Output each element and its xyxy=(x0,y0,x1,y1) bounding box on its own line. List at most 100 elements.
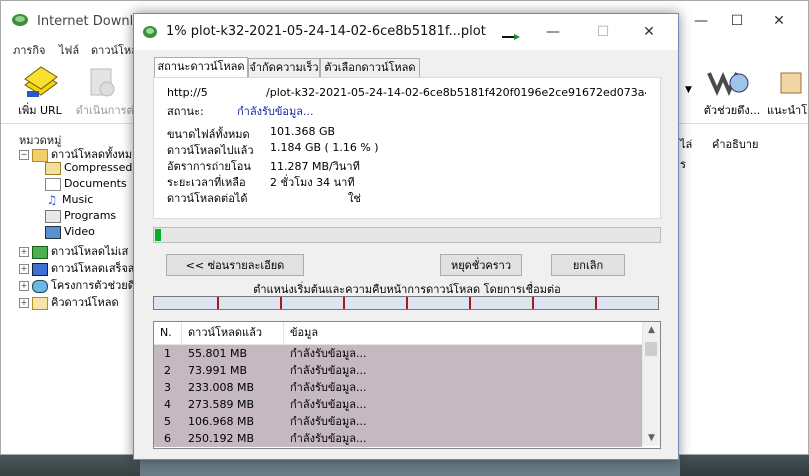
dialog-maximize-button[interactable]: ☐ xyxy=(580,20,626,44)
status-label: สถานะ: xyxy=(167,105,204,118)
vertical-scrollbar[interactable]: ▲ ▼ xyxy=(642,322,660,446)
connection-segment-marker xyxy=(595,297,597,309)
cell-info: กำลังรับข้อมูล... xyxy=(290,398,367,411)
maximize-button[interactable]: ☐ xyxy=(717,11,757,31)
resume-capability-label: ดาวน์โหลดต่อได้ xyxy=(167,192,248,205)
progress-fill xyxy=(155,229,161,241)
cell-number: 5 xyxy=(164,415,171,428)
grabber-icon xyxy=(707,71,749,96)
archive-icon xyxy=(45,161,61,175)
dialog-close-button[interactable]: ✕ xyxy=(626,20,672,44)
dialog-minimize-button[interactable]: — xyxy=(530,20,576,44)
connections-progress-bar xyxy=(153,296,659,310)
connection-segment-marker xyxy=(532,297,534,309)
table-row[interactable]: 1 55.801 MB กำลังรับข้อมูล... xyxy=(154,345,642,362)
connection-segment-marker xyxy=(469,297,471,309)
add-url-icon xyxy=(24,66,58,97)
grid-header-downloaded[interactable]: ดาวน์โหลดแล้ว xyxy=(182,322,284,344)
connection-segment-marker xyxy=(343,297,345,309)
resume-icon xyxy=(90,68,115,97)
menu-item-downloads[interactable]: ดาวน์โหล xyxy=(91,41,138,59)
cell-downloaded: 55.801 MB xyxy=(188,347,248,360)
film-icon xyxy=(45,225,61,239)
cell-info: กำลังรับข้อมูล... xyxy=(290,432,367,445)
connection-segment-marker xyxy=(280,297,282,309)
status-panel: http://5 /plot-k32-2021-05-24-14-02-6ce8… xyxy=(153,77,661,219)
cancel-button[interactable]: ยกเลิก xyxy=(551,254,625,276)
tell-friend-button[interactable]: แนะนำโ xyxy=(763,61,809,121)
url-text: /plot-k32-2021-05-24-14-02-6ce8b5181f420… xyxy=(266,86,646,99)
tree-item-finished[interactable]: + ดาวน์โหลดเสร็จส xyxy=(19,259,135,276)
menu-item-file[interactable]: ไฟล์ xyxy=(59,41,79,59)
grid-header-number[interactable]: N. xyxy=(154,322,182,344)
table-row[interactable]: 5 106.968 MB กำลังรับข้อมูล... xyxy=(154,413,642,430)
tree-item-video[interactable]: Video xyxy=(45,225,95,241)
cell-downloaded: 106.968 MB xyxy=(188,415,255,428)
downloaded-value: 1.184 GB ( 1.16 % ) xyxy=(270,141,379,154)
download-arrow-icon xyxy=(32,245,48,259)
cell-downloaded: 250.192 MB xyxy=(188,432,255,445)
tree-item-grabber-projects[interactable]: + โครงการตัวช่วยดึ xyxy=(19,276,135,293)
document-icon xyxy=(45,177,61,191)
download-list: ไล่ คำอธิบาย ร xyxy=(673,125,809,445)
status-value: กำลังรับข้อมูล... xyxy=(237,105,314,118)
time-left-value: 2 ชั่วโมง 34 นาที xyxy=(270,176,355,189)
hide-details-button[interactable]: << ซ่อนรายละเอียด xyxy=(166,254,304,276)
cell-downloaded: 73.991 MB xyxy=(188,364,248,377)
list-column-description[interactable]: คำอธิบาย xyxy=(712,135,758,153)
cell-number: 1 xyxy=(164,347,171,360)
table-row[interactable]: 2 73.991 MB กำลังรับข้อมูล... xyxy=(154,362,642,379)
tree-item-programs[interactable]: Programs xyxy=(45,209,116,225)
tab-speed-limiter[interactable]: จำกัดความเร็ว xyxy=(248,58,320,77)
scroll-down-icon[interactable]: ▼ xyxy=(643,430,660,446)
dialog-titlebar: 1% plot-k32-2021-05-24-14-02-6ce8b5181f.… xyxy=(134,14,678,50)
table-row[interactable]: 6 250.192 MB กำลังรับข้อมูล... xyxy=(154,430,642,447)
grid-header-info[interactable]: ข้อมูล xyxy=(284,322,642,344)
download-progress-bar xyxy=(153,227,661,243)
grabber-button[interactable]: ตัวช่วยดึง... xyxy=(697,61,767,121)
tree-item-documents[interactable]: Documents xyxy=(45,177,127,193)
globe-icon xyxy=(32,279,48,293)
cell-number: 2 xyxy=(164,364,171,377)
tab-download-status[interactable]: สถานะดาวน์โหลด xyxy=(154,57,248,78)
tree-item-queues[interactable]: + คิวดาวน์โหลด xyxy=(19,293,119,310)
program-icon xyxy=(45,209,61,223)
scroll-thumb[interactable] xyxy=(645,342,657,356)
tree-item-music[interactable]: ♫ Music xyxy=(45,192,94,209)
tree-item-unfinished[interactable]: + ดาวน์โหลดไม่เส xyxy=(19,242,128,259)
close-button[interactable]: ✕ xyxy=(759,11,799,31)
cell-info: กำลังรับข้อมูล... xyxy=(290,415,367,428)
grid-header: N. ดาวน์โหลดแล้ว ข้อมูล xyxy=(154,322,642,345)
list-column-header[interactable]: ไล่ xyxy=(680,135,692,153)
folder-open-icon xyxy=(32,148,48,162)
connections-grid: N. ดาวน์โหลดแล้ว ข้อมูล 1 55.801 MB กำลังร… xyxy=(153,321,661,449)
tell-friend-icon xyxy=(780,72,802,94)
table-row[interactable]: 4 273.589 MB กำลังรับข้อมูล... xyxy=(154,396,642,413)
tab-download-options[interactable]: ตัวเลือกดาวน์โหลด xyxy=(320,58,420,77)
cell-downloaded: 273.589 MB xyxy=(188,398,255,411)
menu-item-tasks[interactable]: ภารกิจ xyxy=(13,41,45,59)
idm-app-icon xyxy=(143,26,157,38)
checkmark-icon xyxy=(32,262,48,276)
folder-icon xyxy=(32,296,48,310)
cell-info: กำลังรับข้อมูล... xyxy=(290,364,367,377)
tree-item-all-downloads[interactable]: − ดาวน์โหลดทั้งหม xyxy=(19,145,132,162)
table-row[interactable]: 3 233.008 MB กำลังรับข้อมูล... xyxy=(154,379,642,396)
music-note-icon: ♫ xyxy=(46,192,58,207)
connection-segment-marker xyxy=(406,297,408,309)
scroll-up-icon[interactable]: ▲ xyxy=(643,322,660,338)
grid-body: 1 55.801 MB กำลังรับข้อมูล... 2 73.991 MB กำล… xyxy=(154,345,642,447)
tree-item-compressed[interactable]: Compressed xyxy=(45,161,132,177)
url-prefix: http://5 xyxy=(167,86,208,99)
download-progress-dialog: 1% plot-k32-2021-05-24-14-02-6ce8b5181f.… xyxy=(133,13,679,460)
idm-app-icon xyxy=(12,14,28,26)
connection-segment-marker xyxy=(217,297,219,309)
cell-info: กำลังรับข้อมูล... xyxy=(290,347,367,360)
total-size-value: 101.368 GB xyxy=(270,125,336,138)
cell-number: 4 xyxy=(164,398,171,411)
minimize-button[interactable]: — xyxy=(681,11,721,31)
pause-button[interactable]: หยุดชั่วคราว xyxy=(440,254,522,276)
cell-info: กำลังรับข้อมูล... xyxy=(290,381,367,394)
add-url-button[interactable]: เพิ่ม URL xyxy=(5,61,75,121)
list-cell: ร xyxy=(680,158,686,171)
